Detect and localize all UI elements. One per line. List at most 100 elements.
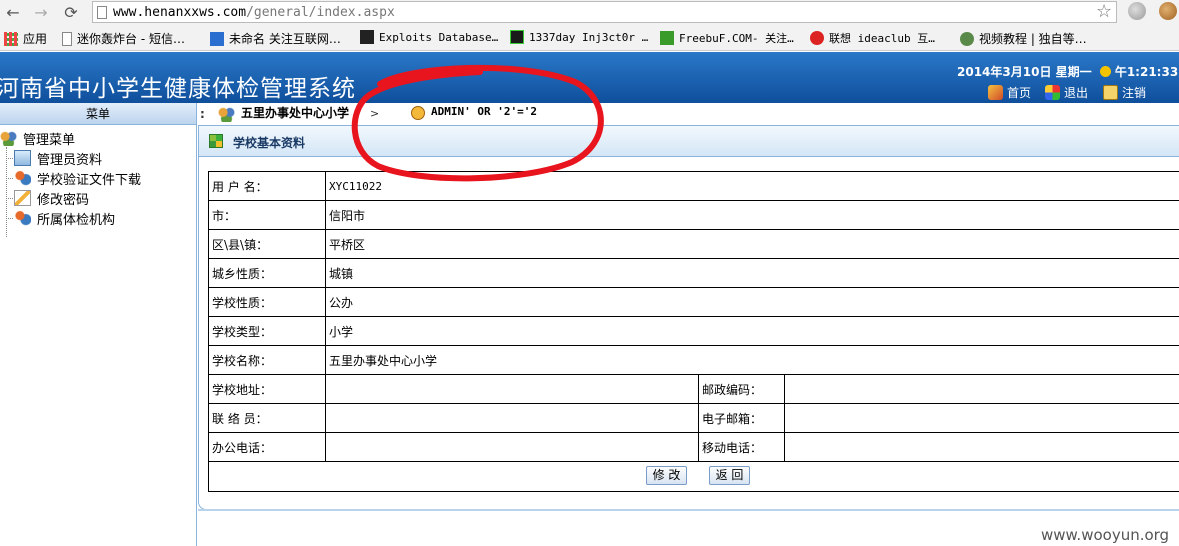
bookmark-label: FreebuF.COM- 关注…	[679, 32, 794, 45]
field-label: 联 络 员：	[208, 403, 326, 433]
logout-link[interactable]: 注销	[1103, 84, 1146, 101]
bookmark-label: 未命名 关注互联网…	[229, 32, 341, 46]
table-row: 学校地址： 邮政编码：	[208, 374, 1179, 404]
city-value: 信阳市	[325, 200, 1179, 230]
app-title: 河南省中小学生健康体检管理系统	[0, 76, 356, 102]
page-icon	[97, 5, 107, 19]
district-value: 平桥区	[325, 229, 1179, 259]
menu-tree: 管理菜单 管理员资料 学校验证文件下载 修改密码 所属体检机构	[0, 125, 196, 237]
edit-pencil-icon	[14, 190, 31, 206]
bookmark-label: 1337day Inj3ct0r …	[529, 30, 649, 44]
bookmark-label: 联想 ideaclub 互…	[829, 32, 935, 45]
contact-value	[325, 403, 699, 433]
field-label: 学校类型：	[208, 316, 326, 346]
sidebar-item-label: 管理员资料	[37, 152, 103, 168]
back-button[interactable]: 返 回	[709, 466, 750, 485]
sidebar-item-label: 学校验证文件下载	[37, 172, 142, 188]
breadcrumb: : 五里办事处中心小学 > ADMIN' OR '2'='2	[198, 103, 1179, 125]
url-host: www.henanxxws.com	[113, 4, 247, 20]
app-header: 河南省中小学生健康体检管理系统 2014年3月10日 星期一 午1:21:33 …	[0, 52, 1179, 103]
field-label: 学校名称：	[208, 345, 326, 375]
bookmark-item[interactable]: 联想 ideaclub 互…	[810, 30, 935, 46]
time-text: 午1:21:33	[1114, 65, 1179, 79]
exit-link[interactable]: 退出	[1045, 84, 1088, 101]
freebuf-icon	[660, 31, 674, 45]
address-value	[325, 374, 699, 404]
breadcrumb-separator: >	[370, 107, 380, 120]
bookmark-item[interactable]: 迷你轰炸台 - 短信…	[62, 30, 185, 47]
panel-header: 学校基本资料	[199, 126, 1179, 157]
bookmark-item[interactable]: FreebuF.COM- 关注…	[660, 30, 794, 46]
exit-icon	[1045, 85, 1060, 100]
home-icon	[988, 85, 1003, 100]
school-type-value: 小学	[325, 316, 1179, 346]
field-label: 市：	[208, 200, 326, 230]
url-path: /general/index.aspx	[246, 4, 395, 20]
field-label: 办公电话：	[208, 432, 326, 462]
sidebar-item-school-file-download[interactable]: 学校验证文件下载	[0, 168, 196, 188]
sidebar-item-label: 修改密码	[37, 192, 90, 208]
breadcrumb-dots: :	[200, 107, 205, 121]
users-icon	[14, 210, 31, 226]
avatar-icon	[960, 31, 974, 46]
school-info-table: 用 户 名： XYC11022 市： 信阳市 区\县\镇： 平桥区 城乡性质： …	[208, 171, 1179, 492]
button-cell	[208, 461, 1179, 492]
table-row: 市： 信阳市	[208, 200, 1179, 230]
globe-icon[interactable]	[1128, 2, 1146, 20]
users-group-icon	[218, 106, 235, 122]
browser-toolbar: ← → ⟳ www.henanxxws.com/general/index.as…	[0, 0, 1179, 24]
bookmark-apps[interactable]: 应用	[4, 30, 47, 47]
table-row: 办公电话： 移动电话：	[208, 432, 1179, 462]
menu-root[interactable]: 管理菜单	[0, 128, 196, 148]
table-row: 城乡性质： 城镇	[208, 258, 1179, 288]
bookmarks-bar: 应用 迷你轰炸台 - 短信… 未命名 关注互联网… Exploits Datab…	[0, 24, 1179, 51]
sidebar-item-exam-institution[interactable]: 所属体检机构	[0, 208, 196, 228]
clock-icon	[1099, 66, 1111, 77]
date-text: 2014年3月10日 星期一	[957, 65, 1092, 79]
exit-label: 退出	[1064, 86, 1089, 100]
sidebar-item-change-password[interactable]: 修改密码	[0, 188, 196, 208]
users-icon	[14, 170, 31, 186]
table-row: 用 户 名： XYC11022	[208, 171, 1179, 201]
exploitdb-icon	[360, 30, 374, 44]
field-label: 电子邮箱：	[698, 403, 785, 433]
bookmark-item[interactable]: 视频教程 | 独自等…	[960, 30, 1087, 47]
field-label: 学校性质：	[208, 287, 326, 317]
panel-bottom-border	[198, 509, 1179, 511]
mobile-phone-value	[784, 432, 1179, 462]
bookmark-item[interactable]: Exploits Database…	[360, 30, 498, 44]
table-row: 联 络 员： 电子邮箱：	[208, 403, 1179, 433]
forward-arrow-icon[interactable]: →	[30, 1, 52, 23]
sidebar-item-admin-profile[interactable]: 管理员资料	[0, 148, 196, 168]
bookmark-item[interactable]: 1337day Inj3ct0r …	[510, 30, 648, 44]
breadcrumb-school: 五里办事处中心小学	[241, 106, 350, 120]
address-bar[interactable]: www.henanxxws.com/general/index.aspx	[92, 1, 1117, 23]
table-row: 学校名称： 五里办事处中心小学	[208, 345, 1179, 375]
back-arrow-icon[interactable]: ←	[2, 1, 24, 23]
menu-root-label: 管理菜单	[23, 132, 76, 148]
field-label: 学校地址：	[208, 374, 326, 404]
watermark: www.wooyun.org	[1041, 526, 1170, 544]
reload-icon[interactable]: ⟳	[60, 1, 82, 23]
field-label: 邮政编码：	[698, 374, 785, 404]
edit-button[interactable]: 修 改	[646, 466, 687, 485]
table-row: 学校性质： 公办	[208, 287, 1179, 317]
school-name-value: 五里办事处中心小学	[325, 345, 1179, 375]
users-group-icon	[0, 130, 17, 146]
apps-grid-icon	[4, 31, 18, 46]
bookmark-star-icon[interactable]: ☆	[1096, 1, 1112, 22]
bookmark-label: Exploits Database…	[379, 30, 499, 44]
field-label: 区\县\镇：	[208, 229, 326, 259]
bookmark-item[interactable]: 未命名 关注互联网…	[210, 30, 341, 47]
user-face-icon	[411, 106, 425, 120]
lenovo-icon	[810, 31, 824, 45]
breadcrumb-username: ADMIN' OR '2'='2	[431, 105, 537, 118]
cookie-icon[interactable]	[1159, 2, 1177, 20]
mb-icon	[210, 31, 224, 46]
key-icon	[1103, 85, 1118, 100]
1337day-icon	[510, 30, 524, 44]
table-row: 学校类型： 小学	[208, 316, 1179, 346]
home-label: 首页	[1007, 86, 1032, 100]
home-link[interactable]: 首页	[988, 84, 1031, 101]
panel-title: 学校基本资料	[233, 136, 306, 150]
